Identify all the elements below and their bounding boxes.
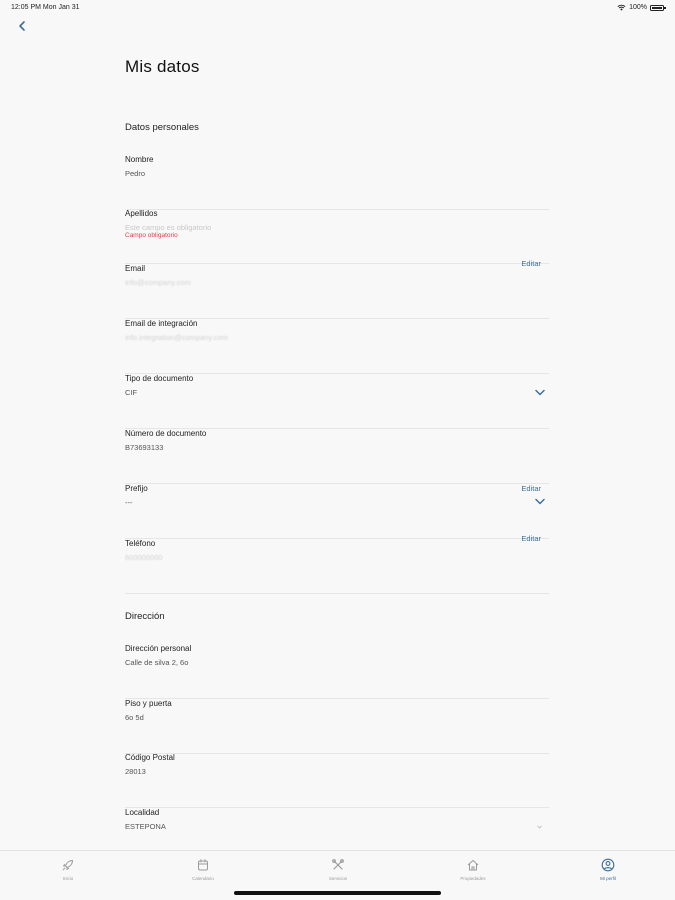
field-telefono[interactable]: Teléfono 600000000 Editar xyxy=(125,534,549,594)
tab-servicios[interactable]: Servicios xyxy=(298,851,378,887)
field-piso-puerta[interactable]: Piso y puerta 6o 5d xyxy=(125,699,549,754)
page-title: Mis datos xyxy=(125,57,200,76)
direccion-personal-input[interactable]: Calle de silva 2, 6o xyxy=(125,658,188,667)
field-codigo-postal[interactable]: Código Postal 28013 xyxy=(125,753,549,808)
field-label: Piso y puerta xyxy=(125,699,172,708)
calendar-icon xyxy=(198,859,208,871)
tab-label: Propiedades xyxy=(460,876,486,881)
field-direccion-personal[interactable]: Dirección personal Calle de silva 2, 6o xyxy=(125,644,549,699)
localidad-select[interactable]: ESTEPONA xyxy=(125,822,166,831)
tab-label: Inicio xyxy=(62,876,74,881)
tab-mi-perfil[interactable]: Mi perfil xyxy=(568,851,648,887)
tab-label: Servicios xyxy=(328,876,348,881)
status-bar: 12:05 PM Mon Jan 31 100% xyxy=(0,0,675,16)
status-right: 100% xyxy=(617,4,666,11)
tab-inicio[interactable]: Inicio xyxy=(28,851,108,887)
tipo-documento-select[interactable]: CIF xyxy=(125,388,137,397)
numero-documento-input[interactable]: B73693133 xyxy=(125,443,163,452)
codigo-postal-input[interactable]: 28013 xyxy=(125,767,146,776)
field-label: Apellidos xyxy=(125,209,158,218)
tools-icon xyxy=(332,859,344,870)
tab-label: Mi perfil xyxy=(600,876,616,881)
field-label: Teléfono xyxy=(125,539,156,548)
apellidos-error: Campo obligatorio xyxy=(125,232,178,239)
field-tipo-documento[interactable]: Tipo de documento CIF xyxy=(125,374,549,429)
field-label: Email de integración xyxy=(125,319,198,328)
field-label: Número de documento xyxy=(125,429,207,438)
email-integracion-value: info.integration@company.com xyxy=(125,333,228,342)
tab-propiedades[interactable]: Propiedades xyxy=(433,851,513,887)
field-prefijo[interactable]: Prefijo --- Editar xyxy=(125,484,549,539)
back-button[interactable] xyxy=(15,19,29,33)
field-label: Email xyxy=(125,264,146,273)
prefijo-select[interactable]: --- xyxy=(125,498,133,507)
field-label: Código Postal xyxy=(125,753,175,762)
field-label: Prefijo xyxy=(125,484,148,493)
section-title-address: Dirección xyxy=(125,611,165,622)
tab-calendario[interactable]: Calendario xyxy=(163,851,243,887)
field-label: Dirección personal xyxy=(125,644,192,653)
chevron-down-icon[interactable] xyxy=(535,498,545,505)
wifi-icon xyxy=(617,4,626,11)
tab-label: Calendario xyxy=(192,876,214,881)
telefono-value: 600000000 xyxy=(125,553,163,562)
user-circle-icon xyxy=(601,858,615,872)
field-label: Nombre xyxy=(125,155,154,164)
email-edit-button[interactable]: Editar xyxy=(521,259,541,268)
piso-puerta-input[interactable]: 6o 5d xyxy=(125,713,144,722)
field-numero-documento[interactable]: Número de documento B73693133 xyxy=(125,429,549,484)
chevron-down-icon[interactable] xyxy=(535,389,545,396)
field-email[interactable]: Email info@company.com Editar xyxy=(125,259,549,319)
field-nombre[interactable]: Nombre Pedro xyxy=(125,155,549,210)
home-icon xyxy=(467,860,479,871)
field-apellidos[interactable]: Apellidos Este campo es obligatorio Camp… xyxy=(125,209,549,264)
field-label: Localidad xyxy=(125,808,160,817)
section-title-personal: Datos personales xyxy=(125,122,199,133)
field-email-integracion[interactable]: Email de integración info.integration@co… xyxy=(125,319,549,374)
status-time: 12:05 PM Mon Jan 31 xyxy=(11,4,80,11)
chevron-down-icon[interactable] xyxy=(537,825,542,829)
battery-percent: 100% xyxy=(629,4,647,11)
nombre-input[interactable]: Pedro xyxy=(125,169,145,178)
email-value: info@company.com xyxy=(125,278,191,287)
battery-icon xyxy=(650,4,666,11)
field-label: Tipo de documento xyxy=(125,374,194,383)
rocket-icon xyxy=(62,860,73,871)
home-indicator xyxy=(234,891,441,895)
prefijo-edit-button[interactable]: Editar xyxy=(521,484,541,493)
telefono-edit-button[interactable]: Editar xyxy=(521,534,541,543)
apellidos-input[interactable]: Este campo es obligatorio xyxy=(125,223,211,232)
